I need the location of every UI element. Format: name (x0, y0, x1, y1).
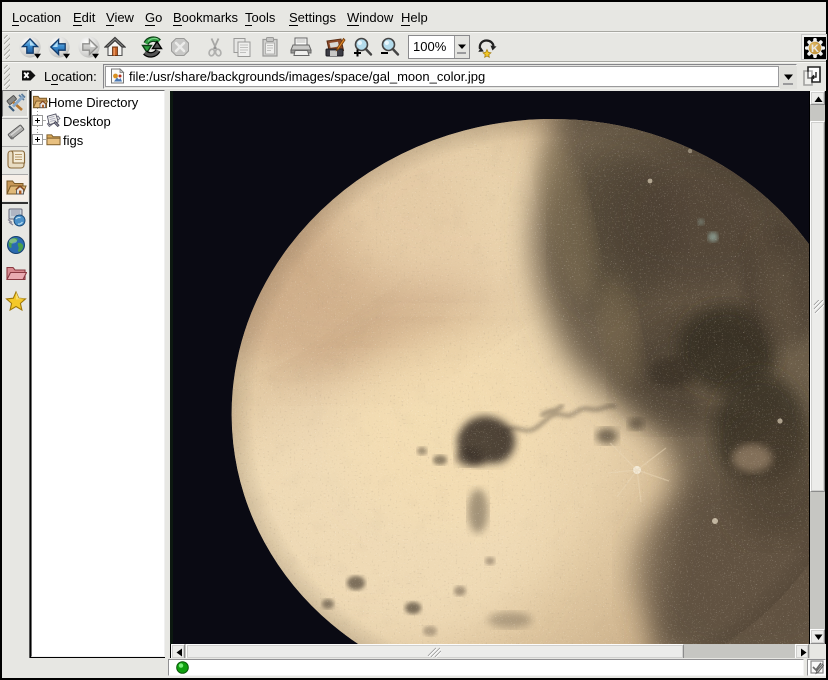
svg-text:K: K (811, 43, 819, 55)
